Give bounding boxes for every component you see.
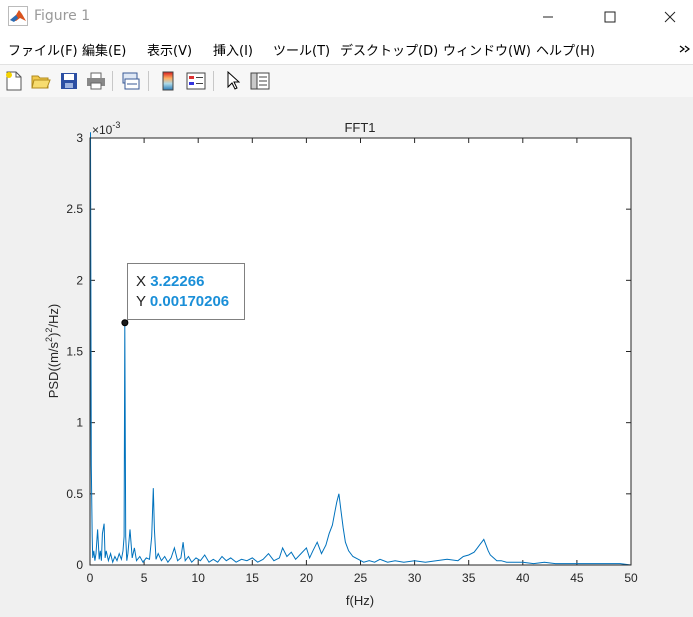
new-figure-button[interactable] [3, 70, 25, 92]
datatip-x-label: X [136, 273, 147, 290]
save-disk-icon [61, 73, 77, 89]
axes-background[interactable] [90, 138, 631, 565]
insert-legend-button[interactable] [185, 70, 207, 92]
x-tick-label: 40 [516, 571, 530, 585]
y-tick-label: 1.5 [66, 345, 83, 359]
maximize-icon [604, 11, 616, 23]
open-file-button[interactable] [30, 70, 52, 92]
open-folder-icon [31, 75, 51, 89]
x-tick-label: 5 [141, 571, 148, 585]
menu-help[interactable]: ヘルプ(H) [536, 40, 595, 59]
property-inspector-icon [250, 72, 270, 90]
exponent-base: ×10 [92, 123, 113, 137]
maximize-button[interactable] [587, 0, 633, 34]
figure-toolbar [0, 64, 693, 98]
y-tick-label: 2 [76, 273, 83, 287]
y-tick-label: 1 [76, 416, 83, 430]
property-inspector-button[interactable] [249, 70, 271, 92]
chart-title: FFT1 [344, 120, 375, 135]
printer-icon [87, 72, 105, 90]
menu-bar: ファイル(F) 編集(E) 表示(V) 挿入(I) ツール(T) デスクトップ(… [0, 34, 693, 64]
x-tick-label: 20 [300, 571, 314, 585]
datatip-marker[interactable] [121, 319, 129, 327]
menu-edit[interactable]: 編集(E) [82, 40, 126, 59]
menu-overflow-icon[interactable] [679, 43, 691, 55]
colorbar-icon [162, 71, 174, 91]
x-tick-label: 25 [354, 571, 368, 585]
menu-view[interactable]: 表示(V) [147, 40, 192, 59]
title-bar: Figure 1 [0, 0, 693, 34]
print-figure-button[interactable] [85, 70, 107, 92]
x-tick-label: 35 [462, 571, 476, 585]
y-tick-label: 3 [76, 131, 83, 145]
x-tick-label: 30 [408, 571, 422, 585]
window-title: Figure 1 [34, 8, 91, 24]
matlab-logo-icon [8, 6, 28, 26]
y-tick-label: 0 [76, 558, 83, 572]
arrow-pointer-icon [227, 71, 240, 90]
datatip-y-value: 0.00170206 [149, 293, 230, 310]
link-plot-button[interactable] [120, 70, 142, 92]
menu-file[interactable]: ファイル(F) [8, 40, 78, 59]
menu-insert[interactable]: 挿入(I) [213, 40, 253, 59]
y-axis-label: PSD((m/s2)2/Hz) [44, 304, 61, 399]
datatip-x-row: X 3.22266 [136, 272, 244, 292]
edit-plot-button[interactable] [222, 70, 244, 92]
minimize-icon [543, 16, 553, 18]
x-tick-label: 10 [192, 571, 206, 585]
link-plot-icon [122, 72, 140, 90]
toolbar-separator [112, 71, 113, 91]
x-tick-label: 45 [570, 571, 584, 585]
close-icon [664, 11, 676, 23]
new-file-icon [6, 71, 22, 91]
y-tick-label: 2.5 [66, 202, 83, 216]
datatip-y-label: Y [136, 293, 146, 310]
insert-colorbar-button[interactable] [157, 70, 179, 92]
legend-icon [186, 72, 206, 90]
x-tick-label: 0 [87, 571, 94, 585]
datatip[interactable]: X 3.22266 Y 0.00170206 [127, 263, 245, 320]
figure-canvas: 0 5 10 15 20 25 30 35 40 45 50 00.511.522.53 FFT1 … [0, 97, 693, 617]
menu-desktop[interactable]: デスクトップ(D) [340, 40, 438, 59]
toolbar-separator [213, 71, 214, 91]
exponent-power: -3 [112, 120, 120, 130]
datatip-y-row: Y 0.00170206 [136, 292, 244, 312]
menu-tools[interactable]: ツール(T) [273, 40, 330, 59]
x-tick-label: 50 [624, 571, 638, 585]
save-figure-button[interactable] [58, 70, 80, 92]
close-button[interactable] [647, 0, 693, 34]
menu-window[interactable]: ウィンドウ(W) [443, 40, 531, 59]
minimize-button[interactable] [525, 0, 571, 34]
x-axis-label: f(Hz) [346, 593, 374, 608]
datatip-x-value: 3.22266 [150, 273, 205, 290]
x-tick-label: 15 [246, 571, 260, 585]
y-tick-label: 0.5 [66, 487, 83, 501]
toolbar-separator [148, 71, 149, 91]
